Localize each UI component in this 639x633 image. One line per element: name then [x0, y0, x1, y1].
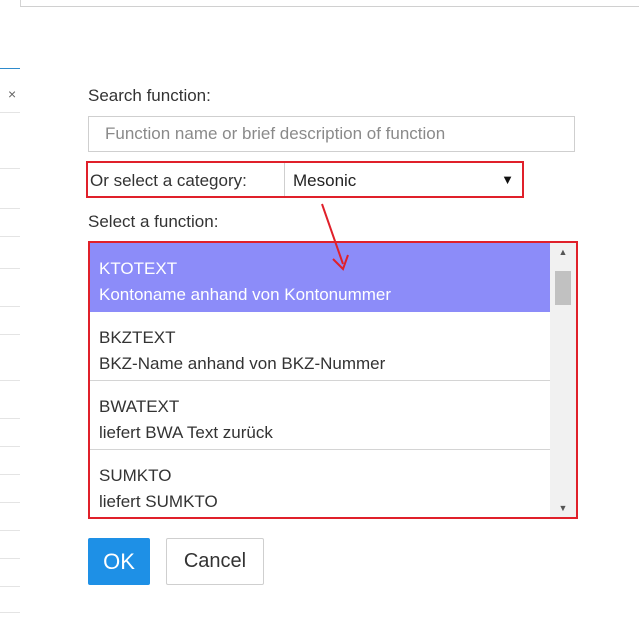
search-input[interactable]: [88, 116, 575, 152]
category-selected-value: Mesonic: [293, 171, 357, 190]
list-item[interactable]: BWATEXT liefert BWA Text zurück: [90, 381, 550, 450]
function-list-items: KTOTEXT Kontoname anhand von Kontonummer…: [90, 243, 550, 517]
sheet-row-line: [0, 236, 20, 237]
scroll-down-icon[interactable]: ▼: [550, 499, 576, 517]
cancel-button[interactable]: Cancel: [166, 538, 264, 585]
search-function-label: Search function:: [88, 86, 211, 105]
ok-button[interactable]: OK: [88, 538, 150, 585]
sheet-row-line: [0, 474, 20, 475]
sheet-row-line: [0, 502, 20, 503]
sheet-row-line: [0, 168, 20, 169]
sheet-row-line: [0, 558, 20, 559]
function-name: BWATEXT: [99, 397, 180, 416]
sheet-row-line: [0, 112, 20, 113]
scroll-up-icon[interactable]: ▲: [550, 243, 576, 261]
background-spreadsheet: ×: [0, 0, 21, 632]
sheet-row-line: [0, 586, 20, 587]
sheet-row-line: [0, 208, 20, 209]
list-scrollbar[interactable]: ▲ ▼: [550, 243, 576, 517]
sheet-row-line: [0, 268, 20, 269]
function-description: liefert SUMKTO: [99, 492, 218, 511]
close-icon[interactable]: ×: [8, 86, 16, 102]
sheet-row-line: [0, 612, 20, 613]
sheet-row-line: [0, 306, 20, 307]
select-function-label: Select a function:: [88, 212, 219, 231]
dropdown-arrow-icon: ▼: [501, 172, 514, 187]
category-select[interactable]: Mesonic ▼: [284, 163, 522, 196]
sheet-header-line: [0, 68, 20, 69]
scroll-thumb[interactable]: [555, 271, 571, 305]
function-list[interactable]: KTOTEXT Kontoname anhand von Kontonummer…: [88, 241, 578, 519]
list-item[interactable]: BKZTEXT BKZ-Name anhand von BKZ-Nummer: [90, 312, 550, 381]
sheet-row-line: [0, 530, 20, 531]
function-name: KTOTEXT: [99, 259, 178, 278]
sheet-row-line: [0, 446, 20, 447]
sheet-row-line: [0, 334, 20, 335]
category-highlight-box: Or select a category: Mesonic ▼: [86, 161, 524, 198]
function-description: BKZ-Name anhand von BKZ-Nummer: [99, 354, 386, 373]
category-label: Or select a category:: [90, 171, 247, 190]
list-item[interactable]: SUMKTO liefert SUMKTO: [90, 450, 550, 517]
list-item[interactable]: KTOTEXT Kontoname anhand von Kontonummer: [90, 243, 550, 312]
function-name: SUMKTO: [99, 466, 172, 485]
sheet-row-line: [0, 380, 20, 381]
sheet-row-line: [0, 418, 20, 419]
function-name: BKZTEXT: [99, 328, 176, 347]
function-description: Kontoname anhand von Kontonummer: [99, 285, 392, 304]
function-description: liefert BWA Text zurück: [99, 423, 273, 442]
